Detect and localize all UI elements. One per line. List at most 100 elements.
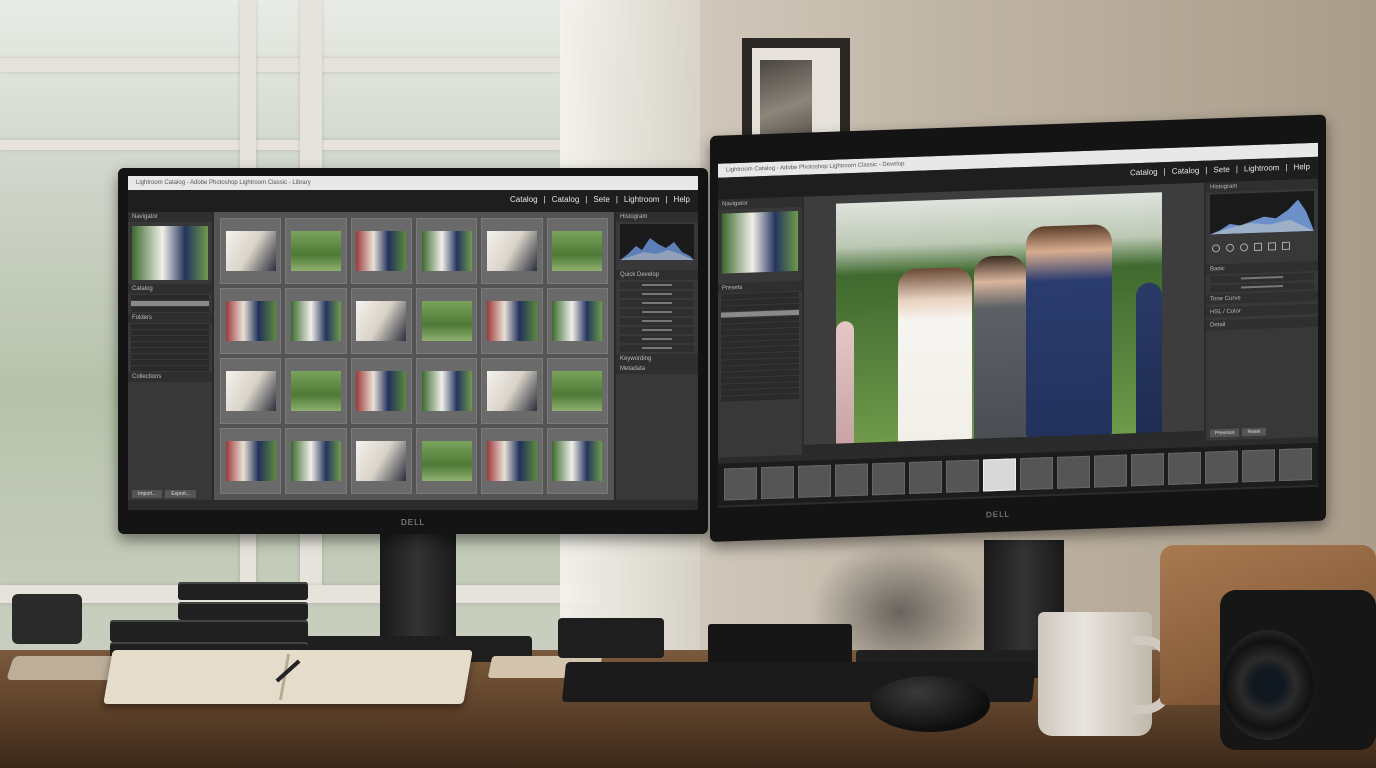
- grid-thumbnail[interactable]: [546, 358, 608, 424]
- menu-item-sete[interactable]: Sete: [1213, 165, 1229, 175]
- develop-right-panel: Histogram Basic Tone Curve HSL / Color D…: [1206, 178, 1318, 441]
- mouse: [870, 676, 990, 732]
- export-button[interactable]: Export...: [165, 490, 196, 498]
- grid-thumbnail[interactable]: [220, 428, 282, 494]
- bride: [898, 266, 972, 444]
- grid-thumbnail[interactable]: [350, 358, 412, 424]
- filmstrip-thumbnail[interactable]: [835, 463, 868, 497]
- import-button[interactable]: Import...: [132, 490, 163, 498]
- histogram: [1210, 190, 1314, 235]
- panel-header-catalog[interactable]: Catalog: [128, 284, 212, 294]
- grid-thumbnail[interactable]: [481, 218, 543, 284]
- thumbnail-image: [421, 440, 472, 482]
- filmstrip-thumbnail[interactable]: [1131, 453, 1164, 487]
- window-frame-rail: [0, 58, 560, 72]
- filmstrip-thumbnail[interactable]: [1242, 449, 1275, 483]
- left-menu-bar: Catalog | Catalog | Sete | Lightroom | Help: [128, 190, 698, 212]
- filmstrip-thumbnail[interactable]: [872, 462, 905, 496]
- filmstrip-thumbnail[interactable]: [1057, 455, 1090, 489]
- menu-item-catalog-2[interactable]: Catalog: [1172, 166, 1200, 176]
- thumbnail-image: [487, 230, 537, 272]
- menu-item-lightroom[interactable]: Lightroom: [1244, 163, 1280, 173]
- panel-header-histogram[interactable]: Histogram: [616, 212, 698, 222]
- grid-thumbnail[interactable]: [350, 428, 412, 494]
- grid-thumbnail[interactable]: [350, 288, 412, 354]
- filmstrip-thumbnail[interactable]: [946, 459, 979, 493]
- reset-button[interactable]: Reset: [1242, 427, 1266, 437]
- crop-icon[interactable]: [1212, 244, 1220, 253]
- radial-filter-icon[interactable]: [1268, 242, 1276, 251]
- grid-thumbnail[interactable]: [350, 218, 412, 284]
- develop-left-panel: Navigator Presets: [718, 196, 802, 458]
- menu-item-catalog[interactable]: Catalog: [510, 195, 538, 204]
- grid-thumbnail[interactable]: [415, 358, 478, 424]
- thumbnail-image: [291, 370, 341, 412]
- grid-thumbnail[interactable]: [285, 428, 347, 494]
- grid-thumbnail[interactable]: [220, 218, 282, 284]
- thumbnail-image: [487, 370, 537, 412]
- thumbnail-image: [225, 300, 276, 342]
- filmstrip-thumbnail[interactable]: [1279, 447, 1312, 482]
- thumbnail-image: [225, 230, 276, 272]
- filmstrip-thumbnail[interactable]: [983, 458, 1016, 492]
- panel-header-hsl[interactable]: HSL / Color: [1206, 303, 1318, 318]
- thumbnail-image: [225, 370, 276, 412]
- panel-header-navigator[interactable]: Navigator: [128, 212, 212, 222]
- grid-thumbnail[interactable]: [285, 288, 347, 354]
- grid-thumbnail[interactable]: [415, 428, 478, 494]
- filmstrip-thumbnail[interactable]: [724, 467, 757, 501]
- menu-item-lightroom[interactable]: Lightroom: [624, 195, 660, 204]
- filmstrip-thumbnail[interactable]: [761, 466, 794, 500]
- filmstrip-thumbnail[interactable]: [798, 464, 831, 498]
- panel-header-navigator[interactable]: Navigator: [718, 196, 802, 210]
- spot-removal-icon[interactable]: [1226, 243, 1234, 252]
- filmstrip-thumbnail[interactable]: [1168, 451, 1201, 486]
- menu-item-help[interactable]: Help: [1294, 162, 1310, 172]
- grid-thumbnail[interactable]: [415, 288, 478, 354]
- grid-thumbnail[interactable]: [481, 428, 543, 494]
- filmstrip-thumbnail[interactable]: [1020, 457, 1053, 491]
- grid-thumbnail[interactable]: [285, 358, 347, 424]
- grid-thumbnail[interactable]: [220, 358, 282, 424]
- grid-thumbnail[interactable]: [481, 288, 543, 354]
- panel-header-metadata[interactable]: Metadata: [616, 364, 698, 374]
- thumbnail-image: [487, 300, 537, 342]
- brush-icon[interactable]: [1282, 241, 1290, 251]
- develop-canvas: [804, 182, 1204, 455]
- grid-thumbnail[interactable]: [220, 288, 282, 354]
- panel-header-quick-develop[interactable]: Quick Develop: [616, 270, 698, 280]
- thumbnail-image: [487, 440, 537, 482]
- menu-item-sete[interactable]: Sete: [593, 195, 609, 204]
- dell-logo-right: DELL: [985, 509, 1010, 520]
- menu-item-catalog-2[interactable]: Catalog: [552, 195, 580, 204]
- panel-header-collections[interactable]: Collections: [128, 372, 212, 382]
- filmstrip-thumbnail[interactable]: [1094, 454, 1127, 488]
- previous-button[interactable]: Previous: [1210, 428, 1240, 438]
- grid-thumbnail[interactable]: [546, 428, 608, 494]
- panel-header-tone-curve[interactable]: Tone Curve: [1206, 290, 1318, 305]
- panel-header-folders[interactable]: Folders: [128, 313, 212, 323]
- filmstrip-thumbnail[interactable]: [909, 460, 942, 495]
- guest: [1136, 282, 1162, 436]
- filmstrip-thumbnail[interactable]: [1205, 450, 1238, 484]
- camera: [1220, 590, 1376, 750]
- dell-logo-left: DELL: [400, 518, 425, 527]
- usb-hub: [558, 618, 664, 658]
- grid-thumbnail[interactable]: [285, 218, 347, 284]
- graduated-filter-icon[interactable]: [1254, 242, 1262, 252]
- left-title-bar: Lightroom Catalog - Adobe Photoshop Ligh…: [128, 176, 698, 190]
- left-library-left-panel: Navigator Catalog Folders Collections Im…: [128, 212, 212, 500]
- red-eye-icon[interactable]: [1240, 243, 1248, 252]
- right-screen: Lightroom Catalog - Adobe Photoshop Ligh…: [718, 142, 1318, 508]
- menu-item-catalog[interactable]: Catalog: [1130, 167, 1158, 177]
- left-library-right-panel: Histogram Quick Develop Keywording Metad…: [616, 212, 698, 500]
- thumbnail-image: [291, 300, 341, 342]
- thumbnail-image: [225, 440, 276, 482]
- grid-thumbnail[interactable]: [481, 358, 543, 424]
- panel-header-keywording[interactable]: Keywording: [616, 354, 698, 364]
- grid-thumbnail[interactable]: [546, 218, 608, 284]
- grid-thumbnail[interactable]: [415, 218, 478, 284]
- panel-header-detail[interactable]: Detail: [1206, 316, 1318, 331]
- grid-thumbnail[interactable]: [546, 288, 608, 354]
- menu-item-help[interactable]: Help: [674, 195, 690, 204]
